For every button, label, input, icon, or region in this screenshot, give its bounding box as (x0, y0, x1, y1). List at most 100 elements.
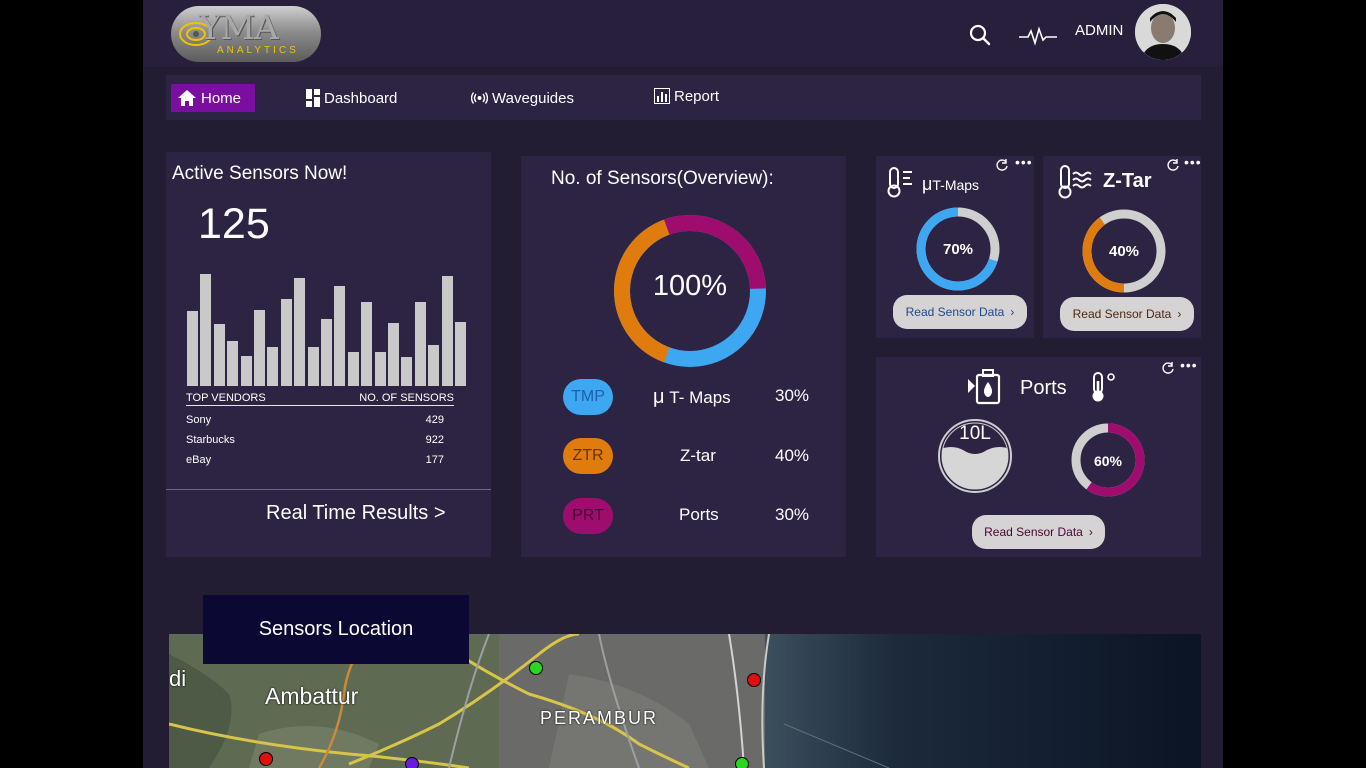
vendors-table: TOP VENDORS NO. OF SENSORS Sony 429 Star… (186, 392, 454, 466)
avatar-portrait (1135, 4, 1191, 60)
app-window: YMA ANALYTICS ADMIN Home Dashboard Waveg… (143, 0, 1223, 768)
sensor-bar-chart (187, 268, 471, 386)
sensor-bar (388, 323, 399, 386)
overview-row-pct: 30% (775, 505, 810, 524)
vendor-count: 429 (425, 414, 444, 426)
ztar-card: ••• Z-Tar 40% Read Sensor Data › (1043, 154, 1202, 338)
tmaps-title-label: T-Maps (932, 177, 980, 193)
overview-title: No. of Sensors(Overview): (551, 168, 774, 189)
sensor-bar (187, 311, 198, 386)
sensor-bar (307, 347, 319, 386)
thermometer-icon (887, 167, 912, 198)
tmaps-title: μT-Maps (922, 174, 979, 195)
ports-title: Ports (1020, 377, 1067, 399)
sensor-marker-other[interactable] (405, 757, 419, 768)
nav-dashboard-label: Dashboard (324, 89, 398, 107)
chevron-right-icon: › (1088, 525, 1093, 539)
vendor-name: eBay (186, 454, 212, 466)
avatar[interactable] (1135, 4, 1191, 60)
more-options-icon[interactable]: ••• (1015, 154, 1033, 170)
vendor-count: 177 (425, 454, 444, 466)
table-header-vendor: TOP VENDORS (186, 392, 309, 406)
sensor-bar (414, 302, 426, 386)
refresh-icon[interactable] (1161, 361, 1175, 375)
sensor-bar (455, 322, 466, 386)
broadcast-icon (471, 92, 488, 104)
read-button-label: Read Sensor Data (1072, 307, 1172, 321)
refresh-icon[interactable] (995, 158, 1009, 172)
ports-card: ••• Ports 10L 60% Read Sensor Data › (876, 357, 1201, 557)
sensor-bar (240, 356, 252, 386)
nav-home-label: Home (201, 89, 242, 107)
sensor-bar (267, 347, 279, 386)
dashboard-icon (306, 89, 320, 107)
sensor-bar (441, 276, 453, 386)
sensor-bar (254, 310, 265, 386)
read-button-label: Read Sensor Data (905, 305, 1005, 319)
map-place-label: Ambattur (265, 683, 359, 709)
fluid-port-icon (968, 369, 1001, 405)
sensor-bar (334, 286, 346, 386)
sensor-bar (401, 357, 413, 386)
ztar-read-button[interactable]: Read Sensor Data › (1060, 297, 1194, 331)
sensor-marker-ok[interactable] (529, 661, 543, 675)
ports-value: 60% (1093, 453, 1123, 469)
more-options-icon[interactable]: ••• (1184, 154, 1202, 170)
ports-read-button[interactable]: Read Sensor Data › (972, 515, 1105, 549)
sensor-marker-ok[interactable] (735, 757, 749, 768)
tmaps-read-button[interactable]: Read Sensor Data › (893, 295, 1027, 329)
chevron-right-icon: › (1177, 307, 1182, 321)
table-row: Starbucks 922 (186, 426, 454, 446)
table-header-count: NO. OF SENSORS (308, 392, 454, 406)
sensor-marker-alert[interactable] (259, 752, 273, 766)
read-button-label: Read Sensor Data (984, 525, 1083, 539)
overview-row-pct: 30% (775, 386, 810, 405)
overview-row-label: T- Maps (669, 388, 731, 407)
refresh-icon[interactable] (1166, 158, 1180, 172)
active-sensors-title: Active Sensors Now! (172, 163, 348, 184)
nav-item-waveguides[interactable]: Waveguides (471, 84, 574, 112)
map-place-label: di (169, 666, 187, 691)
micro-symbol: μ (653, 386, 665, 408)
overview-row-label: Z-tar (680, 446, 716, 465)
overview-row-label: Ports (679, 505, 719, 524)
logo-subtitle: ANALYTICS (217, 45, 299, 56)
active-sensors-card: Active Sensors Now! 125 TOP VENDORS NO. … (166, 152, 491, 557)
sensor-bar (428, 345, 440, 386)
logo[interactable]: YMA ANALYTICS (171, 6, 321, 62)
nav-item-home[interactable]: Home (171, 84, 256, 112)
logo-text: YMA (199, 8, 279, 48)
sensor-marker-alert[interactable] (747, 673, 761, 687)
map-place-label: PERAMBUR (540, 708, 659, 728)
overview-center-value: 100% (652, 270, 728, 302)
nav-item-report[interactable]: Report (654, 82, 719, 110)
sensor-bar (321, 319, 332, 386)
sensors-location-title: Sensors Location (203, 595, 469, 664)
nav-waveguides-label: Waveguides (492, 89, 574, 107)
sensor-bar (294, 278, 306, 386)
nav-item-dashboard[interactable]: Dashboard (306, 84, 397, 112)
report-icon (654, 88, 670, 104)
overview-row-pct: 40% (775, 446, 810, 465)
vendor-count: 922 (425, 434, 444, 446)
more-options-icon[interactable]: ••• (1180, 357, 1198, 373)
activity-pulse-icon[interactable] (1018, 26, 1058, 46)
nav-report-label: Report (674, 87, 720, 105)
home-icon (178, 90, 196, 106)
real-time-results-link[interactable]: Real Time Results > (266, 502, 446, 525)
table-row: eBay 177 (186, 446, 454, 466)
tag-prt: PRT (563, 498, 613, 534)
overview-card: No. of Sensors(Overview): 100% TMP μ T- … (521, 156, 846, 557)
sensor-bar (347, 352, 359, 386)
user-name[interactable]: ADMIN (1075, 22, 1123, 39)
sensor-bar (227, 341, 239, 386)
vendor-name: Starbucks (186, 434, 235, 446)
active-sensors-count: 125 (198, 200, 270, 248)
tag-tmp: TMP (563, 379, 613, 415)
tmaps-card: ••• μT-Maps 70% Read Sensor Data › (876, 154, 1034, 338)
search-icon[interactable] (969, 24, 991, 46)
sensor-bar (280, 299, 292, 386)
tmaps-value: 70% (942, 241, 974, 258)
tank-volume: 10L (959, 423, 991, 444)
overview-row-name: μ T- Maps (653, 386, 731, 409)
